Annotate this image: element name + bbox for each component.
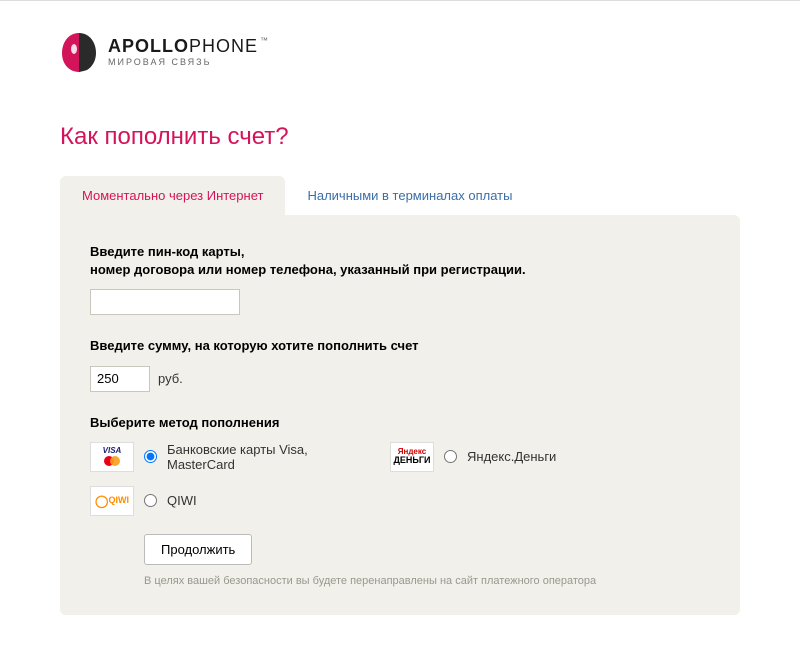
method-radio-visa[interactable] bbox=[144, 450, 157, 463]
method-label-visa[interactable]: Банковские карты Visa, MasterCard bbox=[167, 442, 317, 472]
pin-input[interactable] bbox=[90, 289, 240, 315]
security-disclaimer: В целях вашей безопасности вы будете пер… bbox=[144, 575, 710, 587]
amount-block: Введите сумму, на которую хотите пополни… bbox=[90, 337, 710, 391]
method-visa-mastercard: VISA Банковские карты Visa, MasterCard bbox=[90, 442, 350, 472]
brand-name-bold: APOLLO bbox=[108, 36, 189, 56]
pin-label-line2: номер договора или номер телефона, указа… bbox=[90, 262, 526, 277]
submit-button[interactable]: Продолжить bbox=[144, 534, 252, 565]
brand-text: APOLLOPHONE™ МИРОВАЯ СВЯЗЬ bbox=[108, 37, 269, 67]
tabs: Моментально через Интернет Наличными в т… bbox=[60, 176, 740, 215]
amount-label: Введите сумму, на которую хотите пополни… bbox=[90, 337, 710, 355]
method-radio-yandex[interactable] bbox=[444, 450, 457, 463]
amount-input[interactable] bbox=[90, 366, 150, 392]
visa-mastercard-icon: VISA bbox=[90, 442, 134, 472]
brand-block: APOLLOPHONE™ МИРОВАЯ СВЯЗЬ bbox=[60, 31, 740, 73]
method-qiwi: ◯QIWI QIWI bbox=[90, 486, 350, 516]
method-label-yandex[interactable]: Яндекс.Деньги bbox=[467, 449, 556, 464]
trademark-icon: ™ bbox=[260, 36, 269, 45]
method-block: Выберите метод пополнения VISA Банковски… bbox=[90, 414, 710, 516]
pin-label-line1: Введите пин-код карты, bbox=[90, 244, 244, 259]
yandex-money-icon: Яндекс ДЕНЬГИ bbox=[390, 442, 434, 472]
tab-cash-terminals[interactable]: Наличными в терминалах оплаты bbox=[285, 176, 534, 215]
method-label-qiwi[interactable]: QIWI bbox=[167, 493, 197, 508]
brand-logo-icon bbox=[60, 31, 98, 73]
brand-name-light: PHONE bbox=[189, 36, 258, 56]
form-panel: Введите пин-код карты, номер договора ил… bbox=[60, 215, 740, 615]
page-title: Как пополнить счет? bbox=[60, 123, 740, 151]
method-radio-qiwi[interactable] bbox=[144, 494, 157, 507]
brand-tagline: МИРОВАЯ СВЯЗЬ bbox=[108, 58, 269, 67]
method-yandex: Яндекс ДЕНЬГИ Яндекс.Деньги bbox=[390, 442, 650, 472]
pin-block: Введите пин-код карты, номер договора ил… bbox=[90, 243, 710, 315]
method-label: Выберите метод пополнения bbox=[90, 414, 710, 432]
currency-label: руб. bbox=[158, 371, 183, 386]
qiwi-icon: ◯QIWI bbox=[90, 486, 134, 516]
page-root: APOLLOPHONE™ МИРОВАЯ СВЯЗЬ Как пополнить… bbox=[0, 0, 800, 655]
tab-instant[interactable]: Моментально через Интернет bbox=[60, 176, 285, 215]
